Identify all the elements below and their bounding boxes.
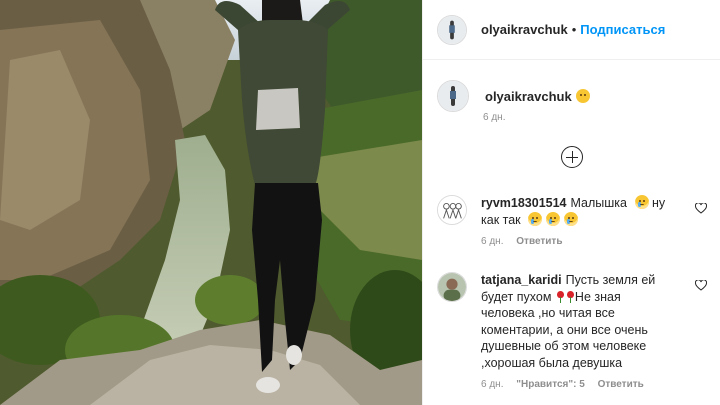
rose-emoji-icon (556, 290, 564, 303)
comment-username[interactable]: ryvm18301514 (481, 196, 567, 210)
crying-face-emoji-icon (528, 211, 543, 226)
avatar-image (438, 273, 466, 301)
comment-timestamp[interactable]: 6 дн. (481, 236, 503, 247)
caption-avatar[interactable] (437, 80, 469, 112)
crying-face-emoji-icon (564, 211, 579, 226)
comment-item: tatjana_karidi Пусть земля ей будет пухом… (437, 272, 707, 390)
comment-text-part: Малышка (570, 196, 628, 210)
comment-meta: 6 дн. Ответить (481, 236, 707, 247)
crying-face-emoji-icon (546, 211, 561, 226)
follow-button[interactable]: Подписаться (580, 22, 665, 37)
author-username[interactable]: olyaikravchuk (481, 22, 568, 37)
caption-timestamp[interactable]: 6 дн. (483, 112, 505, 123)
avatar-image (438, 196, 466, 224)
rose-emoji-icon (566, 290, 574, 303)
like-comment-heart-icon[interactable] (695, 280, 707, 291)
comment-timestamp[interactable]: 6 дн. (481, 379, 503, 390)
author-avatar[interactable] (437, 14, 467, 45)
comment-username[interactable]: tatjana_karidi (481, 273, 562, 287)
like-comment-heart-icon[interactable] (695, 203, 707, 214)
reply-button[interactable]: Ответить (598, 379, 644, 390)
post-sidebar: olyaikravchuk • Подписаться olyaikravchu… (422, 0, 720, 405)
disappointed-face-emoji-icon (575, 89, 590, 103)
comment-likes-count[interactable]: "Нравится": 5 (516, 379, 585, 390)
caption-username[interactable]: olyaikravchuk (485, 89, 572, 104)
load-more-comments-icon[interactable] (561, 146, 583, 168)
comment-item: ryvm18301514 Малышка ну как так 6 дн. Отв… (437, 195, 707, 247)
comment-text: ryvm18301514 Малышка ну как так (481, 195, 671, 228)
comment-meta: 6 дн. "Нравится": 5 Ответить (481, 379, 707, 390)
post-header: olyaikravchuk • Подписаться (423, 0, 720, 60)
comment-text: tatjana_karidi Пусть земля ей будет пухом… (481, 272, 671, 371)
avatar-image (438, 15, 466, 44)
crying-face-emoji-icon (634, 195, 649, 209)
commenter-avatar[interactable] (437, 195, 467, 225)
header-separator: • (571, 22, 577, 37)
post-photo (0, 0, 422, 405)
canyon-photo-image (0, 0, 422, 405)
avatar-image (438, 81, 468, 111)
commenter-avatar[interactable] (437, 272, 467, 302)
post-caption: olyaikravchuk (437, 80, 590, 112)
reply-button[interactable]: Ответить (516, 236, 562, 247)
